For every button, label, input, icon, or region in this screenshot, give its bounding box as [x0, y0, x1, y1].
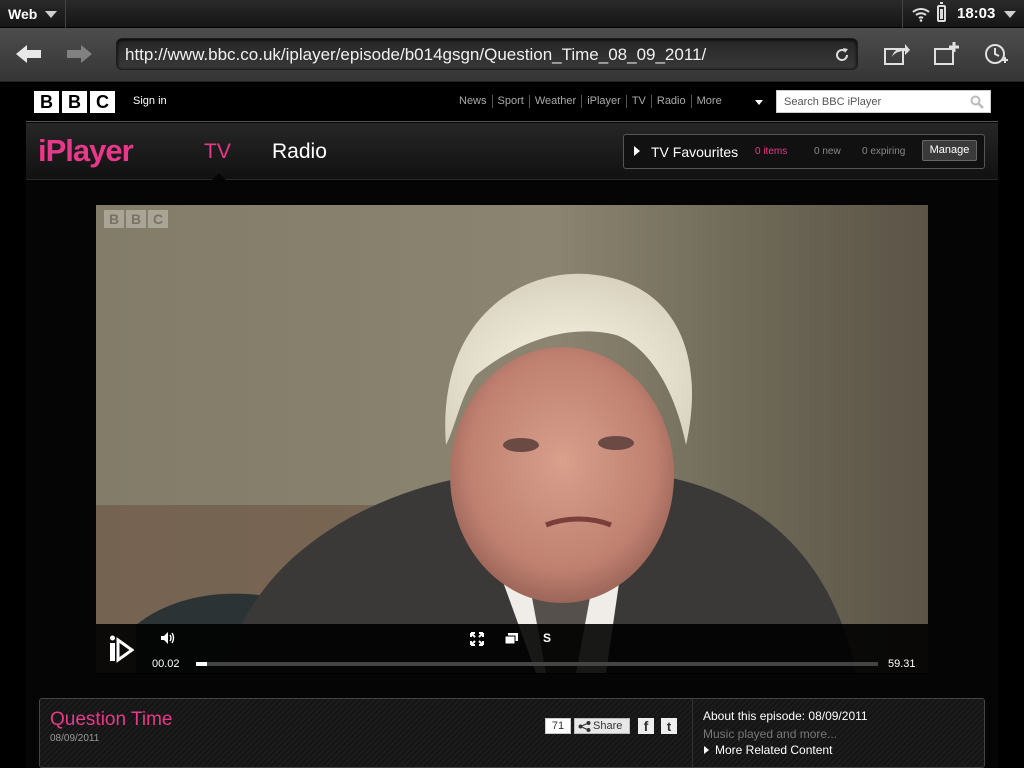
- share-icon[interactable]: [882, 40, 912, 68]
- search-box: [776, 90, 991, 113]
- history-icon[interactable]: [982, 40, 1012, 68]
- tv-favourites-panel: TV Favourites 0 items 0 new 0 expiring M…: [623, 134, 985, 169]
- url-bar[interactable]: http://www.bbc.co.uk/iplayer/episode/b01…: [116, 38, 858, 70]
- video-frame: [96, 205, 928, 673]
- progress-fill: [196, 662, 207, 666]
- nav-link-iplayer[interactable]: iPlayer: [582, 95, 627, 108]
- reload-icon[interactable]: [833, 46, 851, 64]
- browser-toolbar: http://www.bbc.co.uk/iplayer/episode/b01…: [0, 28, 1024, 82]
- bbc-logo-letter: B: [62, 91, 87, 113]
- about-title: About this episode: 08/09/2011: [703, 709, 868, 723]
- search-icon[interactable]: [970, 95, 984, 109]
- subtitles-button[interactable]: S: [543, 631, 551, 645]
- share-label: Share: [593, 720, 623, 732]
- watermark-letter: B: [126, 210, 146, 228]
- sign-in-link[interactable]: Sign in: [133, 95, 167, 107]
- progress-bar[interactable]: [196, 662, 878, 666]
- nav-link-radio[interactable]: Radio: [652, 95, 692, 108]
- episode-title: Question Time: [50, 709, 173, 730]
- app-menu[interactable]: Web: [0, 0, 66, 28]
- bbc-logo-letter: C: [90, 91, 115, 113]
- active-tab-indicator: [212, 173, 226, 180]
- iplayer-header: iPlayer TV Radio TV Favourites 0 items 0…: [26, 123, 998, 180]
- manage-button[interactable]: Manage: [922, 140, 977, 161]
- app-name: Web: [8, 6, 38, 22]
- nav-link-tv[interactable]: TV: [627, 95, 652, 108]
- webpage: B B C Sign in News Sport Weather iPlayer…: [26, 82, 998, 768]
- clock: 18:03: [957, 5, 996, 22]
- nav-link-news[interactable]: News: [454, 95, 493, 108]
- share-icon: [578, 721, 591, 732]
- nav-link-weather[interactable]: Weather: [530, 95, 583, 108]
- favourites-new-count: 0 new: [814, 146, 841, 157]
- favourites-label[interactable]: TV Favourites: [651, 144, 738, 160]
- bbc-watermark: B B C: [104, 210, 168, 228]
- chevron-down-icon: [1004, 11, 1016, 18]
- bbc-logo-letter: B: [34, 91, 59, 113]
- expand-triangle-icon[interactable]: [704, 746, 709, 754]
- related-content-link[interactable]: More Related Content: [715, 743, 832, 757]
- back-arrow-icon[interactable]: [14, 42, 44, 66]
- url-text[interactable]: http://www.bbc.co.uk/iplayer/episode/b01…: [125, 45, 706, 65]
- battery-icon: [937, 2, 946, 22]
- watermark-letter: C: [148, 210, 168, 228]
- new-card-icon[interactable]: [932, 40, 962, 68]
- search-input[interactable]: [777, 91, 957, 112]
- share-button[interactable]: Share: [574, 718, 630, 734]
- player-controls: S 00.02 59.31: [96, 624, 928, 674]
- video-player[interactable]: B B C: [96, 205, 928, 673]
- favourites-items-count: 0 items: [755, 146, 788, 157]
- bbc-nav: News Sport Weather iPlayer TV Radio More: [454, 95, 727, 108]
- about-episode: About this episode: 08/09/2011 Music pla…: [692, 699, 984, 767]
- chevron-down-icon: [45, 10, 58, 18]
- about-description[interactable]: Music played and more...: [703, 727, 837, 741]
- iplayer-logo[interactable]: iPlayer: [38, 133, 134, 169]
- bbc-global-bar: B B C Sign in News Sport Weather iPlayer…: [26, 82, 998, 122]
- duration: 59.31: [888, 658, 916, 670]
- wifi-icon: [912, 8, 930, 22]
- current-time: 00.02: [152, 658, 180, 670]
- watermark-letter: B: [104, 210, 124, 228]
- tab-radio[interactable]: Radio: [272, 140, 327, 164]
- bbc-logo[interactable]: B B C: [34, 91, 115, 113]
- facebook-icon[interactable]: f: [638, 718, 654, 734]
- device-menu[interactable]: 18:03: [902, 0, 1024, 28]
- forward-arrow-icon[interactable]: [64, 42, 94, 66]
- share-count: 71: [545, 718, 571, 734]
- expand-triangle-icon[interactable]: [634, 146, 640, 156]
- episode-info-panel: Question Time 08/09/2011 71 Share f t Ab…: [39, 698, 985, 768]
- system-status-bar: Web 18:03: [0, 0, 1024, 28]
- fullscreen-icon[interactable]: [470, 632, 484, 646]
- iplayer-play-icon[interactable]: [108, 634, 134, 664]
- episode-date: 08/09/2011: [50, 733, 100, 744]
- nav-link-more[interactable]: More: [692, 95, 727, 108]
- tab-tv[interactable]: TV: [204, 140, 231, 164]
- chevron-down-icon[interactable]: [755, 100, 763, 105]
- twitter-icon[interactable]: t: [661, 718, 677, 734]
- nav-link-sport[interactable]: Sport: [493, 95, 530, 108]
- volume-icon[interactable]: [160, 631, 176, 645]
- popout-icon[interactable]: [504, 632, 519, 645]
- favourites-expiring-count: 0 expiring: [862, 146, 906, 157]
